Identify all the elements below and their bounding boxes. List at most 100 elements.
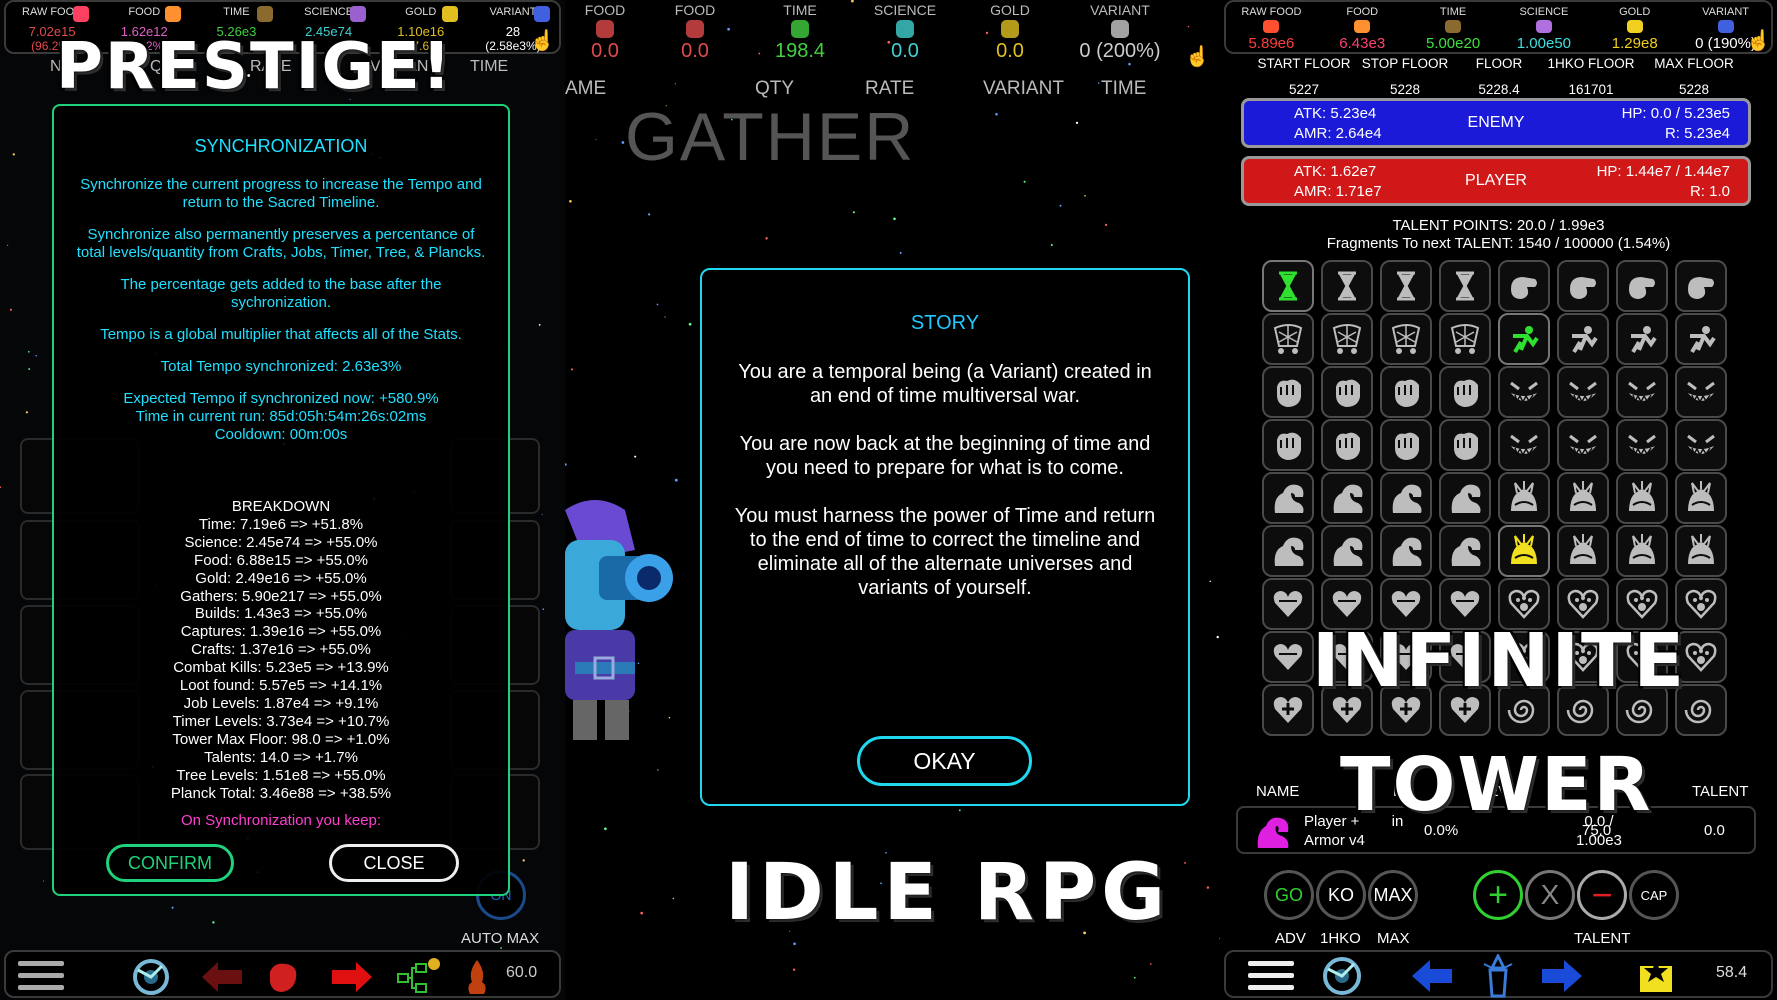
talent-slot[interactable] (1380, 419, 1432, 471)
fist-icon[interactable] (264, 958, 302, 996)
menu-icon[interactable] (1248, 961, 1294, 991)
talent-slot[interactable] (1380, 366, 1432, 418)
talent-slot[interactable] (1498, 525, 1550, 577)
arrow-right-icon[interactable] (332, 962, 372, 992)
ko-button[interactable]: KO (1316, 870, 1366, 920)
talent-slot[interactable] (1262, 313, 1314, 365)
resource-name: TIME (783, 2, 817, 18)
talent-slot[interactable] (1321, 313, 1373, 365)
talent-slot[interactable] (1321, 472, 1373, 524)
remove-talent-button[interactable]: − (1577, 870, 1627, 920)
tower-icon[interactable] (1480, 954, 1516, 998)
resource-name: FOOD (128, 6, 161, 18)
close-button[interactable]: CLOSE (329, 844, 459, 882)
talent-slot[interactable] (1557, 472, 1609, 524)
talent-slot[interactable] (1439, 366, 1491, 418)
talent-slot[interactable] (1262, 631, 1314, 683)
campfire-icon[interactable] (462, 958, 492, 996)
talent-slot[interactable] (1321, 366, 1373, 418)
talent-slot[interactable] (1439, 313, 1491, 365)
talent-slot[interactable] (1616, 260, 1668, 312)
talent-slot[interactable] (1557, 260, 1609, 312)
talent-slot[interactable] (1616, 525, 1668, 577)
talent-slot[interactable] (1498, 472, 1550, 524)
talent-slot[interactable] (1498, 260, 1550, 312)
star (0, 486, 2, 489)
dialog-title: SYNCHRONIZATION (194, 136, 368, 156)
breakdown-item: Loot found: 5.57e5 => +14.1% (179, 677, 383, 695)
talent-slot[interactable] (1262, 419, 1314, 471)
talent-slot[interactable] (1498, 313, 1550, 365)
clear-talent-button[interactable]: X (1525, 870, 1575, 920)
talent-slot[interactable] (1380, 313, 1432, 365)
max-button[interactable]: MAX (1368, 870, 1418, 920)
story-text: You are a temporal being (a Variant) cre… (732, 360, 1158, 624)
star (595, 139, 597, 141)
time-portal-icon[interactable] (132, 958, 170, 996)
floor-header: 1HKO FLOOR (1547, 56, 1635, 71)
talent-slot[interactable] (1439, 472, 1491, 524)
star (647, 213, 651, 216)
flex-arm-icon (1392, 484, 1422, 513)
resource-column: FOOD 0.0 (565, 2, 655, 63)
arrow-left-icon[interactable] (1412, 960, 1452, 992)
tap-hand-icon[interactable]: ☝ (1746, 28, 1771, 53)
add-talent-button[interactable]: + (1473, 870, 1523, 920)
talent-slot[interactable] (1262, 260, 1314, 312)
talent-slot[interactable] (1557, 419, 1609, 471)
talent-slot[interactable] (1439, 525, 1491, 577)
heart-icon (1450, 591, 1480, 617)
okay-button[interactable]: OKAY (857, 736, 1032, 786)
star (1216, 635, 1219, 639)
talent-slot[interactable] (1262, 525, 1314, 577)
talent-slot[interactable] (1675, 419, 1727, 471)
menu-icon[interactable] (18, 961, 64, 991)
talent-slot[interactable] (1616, 366, 1668, 418)
resource-column: SCIENCE 0.0 (855, 2, 955, 63)
talent-slot[interactable] (1675, 313, 1727, 365)
talent-slot[interactable] (1616, 472, 1668, 524)
talent-slot[interactable] (1498, 419, 1550, 471)
confirm-button[interactable]: CONFIRM (106, 844, 234, 882)
floor-header: STOP FLOOR (1361, 56, 1449, 71)
talent-slot[interactable] (1675, 525, 1727, 577)
talent-slot[interactable] (1380, 472, 1432, 524)
talent-slot[interactable] (1262, 578, 1314, 630)
talent-slot[interactable] (1557, 525, 1609, 577)
talent-slot[interactable] (1616, 419, 1668, 471)
talent-slot[interactable] (1321, 525, 1373, 577)
talent-slot[interactable] (1321, 260, 1373, 312)
talent-slot[interactable] (1439, 419, 1491, 471)
time-portal-icon[interactable] (1322, 956, 1362, 996)
go-button[interactable]: GO (1264, 870, 1314, 920)
talent-slot[interactable] (1675, 366, 1727, 418)
talent-slot[interactable] (1380, 260, 1432, 312)
spiked-shell-icon (1688, 481, 1714, 511)
tap-hand-icon[interactable]: ☝ (530, 28, 555, 53)
star (43, 880, 45, 882)
talent-slot[interactable] (1557, 313, 1609, 365)
talent-slot[interactable] (1498, 366, 1550, 418)
tree-diagram-icon[interactable] (396, 956, 442, 996)
talent-fragments: Fragments To next TALENT: 1540 / 100000 … (1326, 235, 1671, 252)
star-chest-icon[interactable] (1638, 958, 1674, 994)
arrow-right-icon[interactable] (1542, 960, 1582, 992)
cap-button[interactable]: CAP (1629, 870, 1679, 920)
talent-slot[interactable] (1675, 472, 1727, 524)
resource-value: 28 (505, 24, 521, 39)
talent-slot[interactable] (1262, 684, 1314, 736)
spiked-shell-icon (1688, 534, 1714, 564)
talent-slot[interactable] (1262, 472, 1314, 524)
resource-name: FOOD (674, 2, 716, 18)
talent-slot[interactable] (1321, 419, 1373, 471)
talent-slot[interactable] (1380, 525, 1432, 577)
talent-slot[interactable] (1675, 260, 1727, 312)
monster-face-icon (1510, 434, 1538, 457)
talent-slot[interactable] (1557, 366, 1609, 418)
tap-hand-icon[interactable]: ☝ (1185, 44, 1210, 69)
arrow-left-icon[interactable] (202, 962, 242, 992)
talent-slot[interactable] (1439, 260, 1491, 312)
talent-slot[interactable] (1616, 313, 1668, 365)
flex-arm-icon (1392, 537, 1422, 566)
talent-slot[interactable] (1262, 366, 1314, 418)
